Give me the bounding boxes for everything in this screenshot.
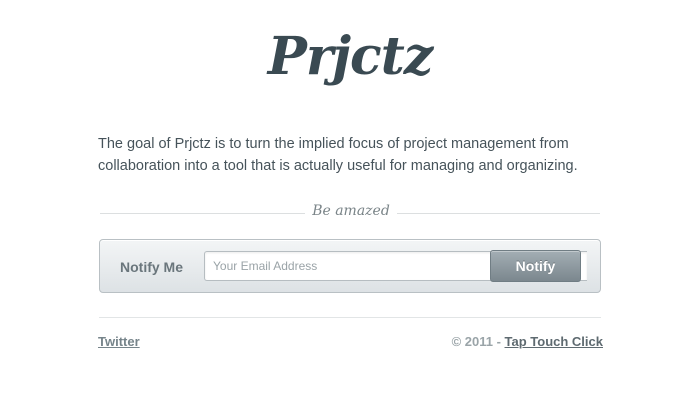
landing-page: Prjctz The goal of Prjctz is to turn the… — [0, 0, 700, 400]
twitter-link[interactable]: Twitter — [98, 334, 140, 349]
footer-credit: © 2011 - Tap Touch Click — [452, 334, 603, 349]
footer-divider — [99, 317, 601, 318]
section-divider: Be amazed — [100, 203, 600, 223]
notify-button[interactable]: Notify — [490, 250, 581, 282]
credit-link[interactable]: Tap Touch Click — [505, 334, 603, 349]
copyright-text: © 2011 - — [451, 334, 505, 349]
notify-label: Notify Me — [120, 259, 183, 275]
notify-form: Notify Me Notify — [99, 239, 601, 293]
divider-line-left — [100, 213, 305, 214]
divider-line-right — [397, 213, 600, 214]
divider-label: Be amazed — [312, 203, 390, 219]
intro-text: The goal of Prjctz is to turn the implie… — [98, 136, 578, 174]
site-logo: Prjctz — [267, 26, 434, 87]
